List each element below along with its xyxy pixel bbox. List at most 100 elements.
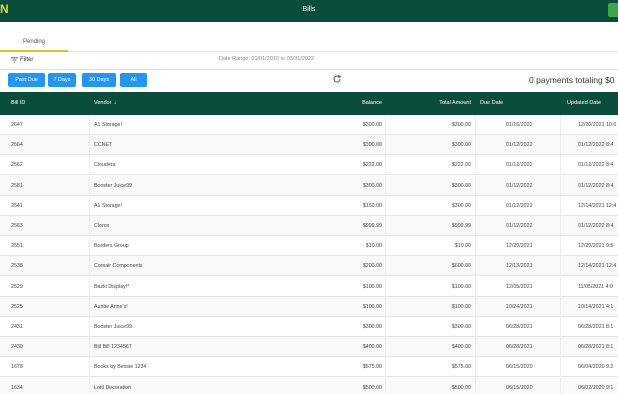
table-row[interactable]: 2647 A1 Storage! $300.00 $300.00 01/16/2022 1… bbox=[0, 115, 618, 135]
column-divider bbox=[475, 337, 476, 358]
column-divider bbox=[385, 377, 386, 394]
total-amount-cell: $300.00 bbox=[451, 122, 471, 128]
bill-id-cell: 2647 bbox=[11, 122, 23, 128]
filter-bar: Filter Date Range: 01/01/2010 to 03/31/2… bbox=[0, 52, 618, 70]
filter-icon bbox=[11, 57, 18, 63]
column-divider bbox=[560, 115, 561, 135]
due-date-cell: 06/28/2021 bbox=[506, 324, 533, 330]
updated-date-cell: 01/12/2022 8:4 bbox=[578, 182, 614, 189]
past-due-button[interactable]: Past Due bbox=[8, 73, 45, 87]
bill-id-cell: 2563 bbox=[11, 223, 23, 229]
column-divider bbox=[475, 317, 476, 337]
bill-id-cell: 2562 bbox=[11, 162, 23, 169]
table-row[interactable]: 2581 Booster Juice99 $300.00 $300.00 01/12/2… bbox=[0, 175, 618, 196]
vendor-cell: Auntie Anne's! bbox=[94, 303, 128, 310]
bill-id-cell: 2529 bbox=[11, 283, 23, 290]
updated-date-cell: 01/12/2022 8:4 bbox=[578, 223, 614, 229]
column-divider bbox=[385, 155, 386, 176]
column-divider bbox=[89, 256, 90, 277]
column-bill-id[interactable]: Bill ID bbox=[11, 100, 25, 106]
column-divider bbox=[89, 337, 90, 358]
balance-cell: $300.00 bbox=[362, 324, 382, 330]
column-divider bbox=[475, 175, 476, 196]
due-date-cell: 06/28/2021 bbox=[506, 344, 533, 351]
column-divider bbox=[385, 135, 386, 156]
updated-date-cell: 01/12/2022 8:4 bbox=[578, 162, 614, 169]
total-amount-cell: $100.00 bbox=[451, 283, 471, 290]
updated-date-cell: 12/20/2021 10:0 bbox=[578, 122, 617, 128]
balance-cell: $200.00 bbox=[362, 263, 382, 270]
column-vendor[interactable]: Vendor ↓ bbox=[94, 100, 116, 106]
column-divider bbox=[89, 296, 90, 317]
refresh-icon[interactable] bbox=[332, 74, 342, 84]
payment-summary: 0 payments totaling $0 bbox=[529, 75, 615, 85]
table-row[interactable]: 1634 Lotti Decoration $500.00 $500.00 06/15/… bbox=[0, 377, 618, 394]
balance-cell: $300.00 bbox=[362, 142, 382, 149]
bill-id-cell: 2551 bbox=[11, 243, 23, 250]
column-divider bbox=[560, 357, 561, 378]
table-row[interactable]: 2430 Bill Bill 1234567 $400.00 $400.00 06/28… bbox=[0, 337, 618, 358]
all-button[interactable]: All bbox=[120, 73, 147, 87]
tab-bar: Pending bbox=[0, 22, 618, 52]
table-row[interactable]: 2529 Bazki Display!* $100.00 $100.00 12/05/2… bbox=[0, 276, 618, 297]
due-date-cell: 01/16/2022 bbox=[506, 122, 533, 128]
column-divider bbox=[475, 256, 476, 277]
column-divider bbox=[560, 377, 561, 394]
column-updated-date[interactable]: Updated Date bbox=[567, 100, 601, 106]
due-date-cell: 12/20/2021 bbox=[506, 243, 533, 250]
vendor-cell: Cloudera bbox=[94, 162, 116, 169]
table-row[interactable]: 2431 Booster Juice99 $300.00 $300.00 06/28/2… bbox=[0, 317, 618, 337]
column-divider bbox=[385, 317, 386, 337]
column-divider bbox=[89, 195, 90, 216]
column-divider bbox=[560, 135, 561, 156]
balance-cell: $300.00 bbox=[362, 182, 382, 189]
updated-date-cell: 10/14/2021 4:1 bbox=[578, 303, 614, 310]
top-action-button[interactable] bbox=[608, 3, 618, 17]
vendor-cell: Corsair Components bbox=[94, 263, 143, 270]
filter-button[interactable]: Filter bbox=[11, 57, 33, 63]
updated-date-cell: 06/28/2021 8:1 bbox=[578, 344, 614, 351]
due-date-cell: 01/12/2022 bbox=[506, 202, 533, 209]
due-date-cell: 06/15/2020 bbox=[506, 364, 533, 371]
table-row[interactable]: 2562 Cloudera $222.00 $222.00 01/12/2022 01/1… bbox=[0, 155, 618, 176]
30-days-button[interactable]: 30 Days bbox=[82, 73, 116, 87]
table-row[interactable]: 2551 Borders Group $10.00 $10.00 12/20/2021 1… bbox=[0, 236, 618, 257]
bill-id-cell: 2431 bbox=[11, 324, 23, 330]
column-divider bbox=[89, 135, 90, 156]
bill-id-cell: 1634 bbox=[11, 384, 23, 391]
column-divider bbox=[560, 276, 561, 297]
table-row[interactable]: 1678 Books by Bessie 1234 $575.00 $575.00 06… bbox=[0, 357, 618, 378]
table-row[interactable]: 2563 Clorox $999.99 $999.99 01/12/2022 01/12/… bbox=[0, 216, 618, 236]
column-balance[interactable]: Balance bbox=[362, 100, 382, 106]
updated-date-cell: 11/05/2021 4:0 bbox=[578, 283, 613, 290]
balance-cell: $150.00 bbox=[362, 202, 382, 209]
vendor-cell: Borders Group bbox=[94, 243, 129, 250]
7-days-button[interactable]: 7 Days bbox=[48, 73, 76, 87]
due-date-cell: 01/12/2022 bbox=[506, 162, 533, 169]
balance-cell: $999.99 bbox=[362, 223, 382, 229]
column-due-date[interactable]: Due Date bbox=[480, 100, 503, 106]
vendor-cell: A1 Storage! bbox=[94, 202, 122, 209]
column-divider bbox=[89, 115, 90, 135]
table-row[interactable]: 2525 Auntie Anne's! $100.00 $100.00 10/24/20… bbox=[0, 296, 618, 317]
table-row[interactable]: 2564 CCNET $300.00 $300.00 01/12/2022 01/12/2… bbox=[0, 135, 618, 156]
column-divider bbox=[560, 155, 561, 176]
table-row[interactable]: 2541 A1 Storage! $150.00 $300.00 01/12/2022 1… bbox=[0, 195, 618, 216]
table-row[interactable]: 2538 Corsair Components $200.00 $600.00 12/1… bbox=[0, 256, 618, 277]
column-divider bbox=[89, 276, 90, 297]
column-divider bbox=[89, 377, 90, 394]
bills-table-body: 2647 A1 Storage! $300.00 $300.00 01/16/2022 1… bbox=[0, 115, 618, 394]
column-divider bbox=[385, 175, 386, 196]
total-amount-cell: $575.00 bbox=[451, 364, 471, 371]
vendor-cell: Books by Bessie 1234 bbox=[94, 364, 147, 371]
due-date-cell: 06/15/2020 bbox=[506, 384, 533, 391]
column-divider bbox=[89, 236, 90, 257]
column-total-amount[interactable]: Total Amount bbox=[439, 100, 471, 106]
total-amount-cell: $300.00 bbox=[451, 142, 471, 149]
tab-pending[interactable]: Pending bbox=[0, 22, 68, 52]
total-amount-cell: $300.00 bbox=[451, 324, 471, 330]
column-divider bbox=[475, 236, 476, 257]
due-date-cell: 01/12/2022 bbox=[506, 182, 533, 189]
due-date-cell: 12/05/2021 bbox=[506, 283, 533, 290]
vendor-cell: Bazki Display!* bbox=[94, 283, 130, 290]
